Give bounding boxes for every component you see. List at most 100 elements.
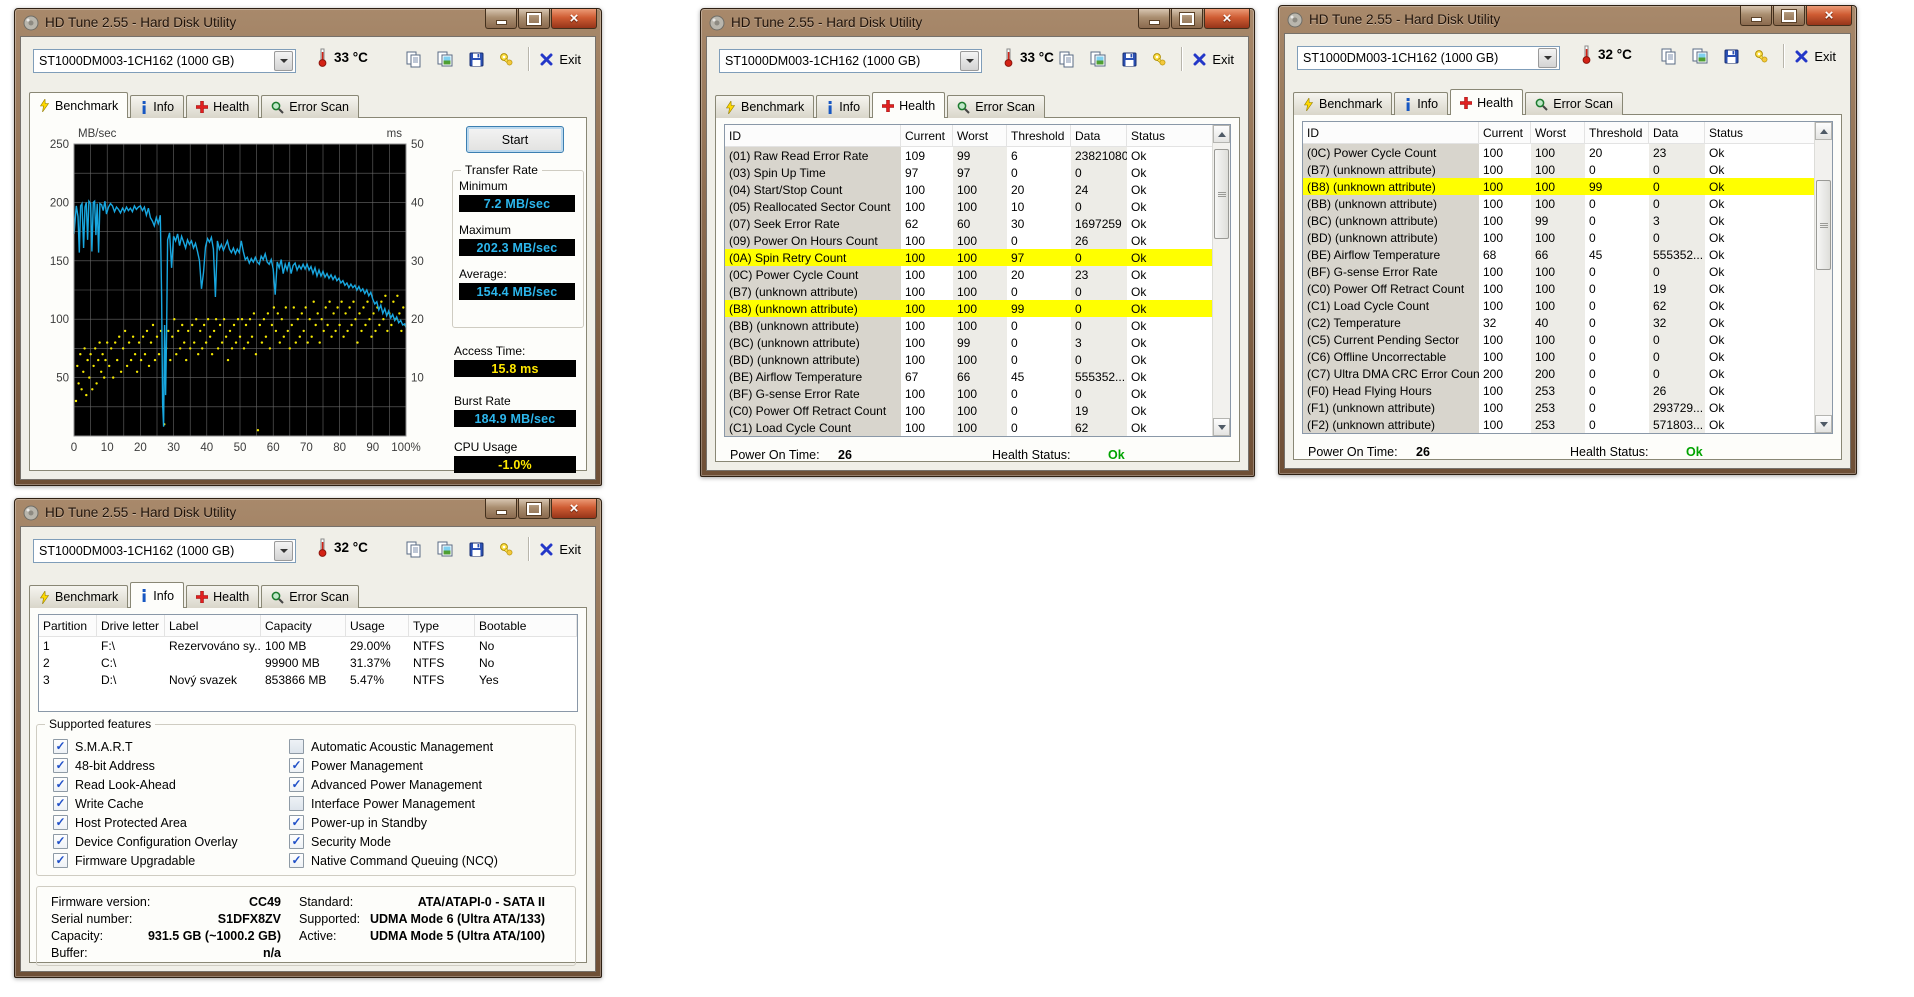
smart-attribute-row[interactable]: (C1) Load Cycle Count 100 100 0 62 Ok [1303,297,1832,314]
copy-image-button[interactable] [435,539,455,559]
checkbox[interactable] [53,739,68,754]
col-worst[interactable]: Worst [953,125,1007,146]
smart-attribute-row[interactable]: (F0) Head Flying Hours 100 253 0 26 Ok [1303,382,1832,399]
scroll-down-button[interactable] [1213,418,1230,436]
smart-attribute-row[interactable]: (BF) G-sense Error Rate 100 100 0 0 Ok [725,385,1230,402]
col-usage[interactable]: Usage [346,615,409,636]
titlebar[interactable]: HD Tune 2.55 - Hard Disk Utility × [15,9,601,36]
maximize-button[interactable] [1773,6,1805,26]
col-partition[interactable]: Partition [39,615,97,636]
smart-attribute-row[interactable]: (03) Spin Up Time 97 97 0 0 Ok [725,164,1230,181]
col-id[interactable]: ID [725,125,901,146]
exit-button[interactable]: Exit [1193,52,1234,67]
copy-image-button[interactable] [435,49,455,69]
col-type[interactable]: Type [409,615,475,636]
titlebar[interactable]: HD Tune 2.55 - Hard Disk Utility × [15,499,601,526]
titlebar[interactable]: HD Tune 2.55 - Hard Disk Utility × [701,9,1254,36]
maximize-button[interactable] [518,499,550,519]
smart-attribute-row[interactable]: (BE) Airflow Temperature 67 66 45 555352... O… [725,368,1230,385]
copy-text-button[interactable] [1659,46,1679,66]
combo-arrow[interactable] [960,51,979,71]
copy-text-button[interactable] [404,539,424,559]
tab-error-scan[interactable]: Error Scan [261,585,359,608]
smart-attribute-row[interactable]: (BB) (unknown attribute) 100 100 0 0 Ok [1303,195,1832,212]
close-button[interactable]: × [1806,6,1852,26]
save-button[interactable] [466,49,486,69]
checkbox[interactable] [53,853,68,868]
col-threshold[interactable]: Threshold [1007,125,1071,146]
minimize-button[interactable] [1138,9,1170,29]
col-current[interactable]: Current [1479,122,1531,143]
smart-attribute-row[interactable]: (B8) (unknown attribute) 100 100 99 0 Ok [1303,178,1832,195]
start-button[interactable]: Start [466,126,564,153]
checkbox[interactable] [289,834,304,849]
checkbox[interactable] [289,777,304,792]
options-button[interactable] [497,539,517,559]
smart-attribute-row[interactable]: (09) Power On Hours Count 100 100 0 26 Ok [725,232,1230,249]
combo-arrow[interactable] [274,541,293,561]
copy-image-button[interactable] [1088,49,1108,69]
smart-attribute-row[interactable]: (0C) Power Cycle Count 100 100 20 23 Ok [725,266,1230,283]
checkbox[interactable] [53,815,68,830]
close-button[interactable]: × [1204,9,1250,29]
save-button[interactable] [466,539,486,559]
save-button[interactable] [1119,49,1139,69]
smart-attribute-row[interactable]: (B8) (unknown attribute) 100 100 99 0 Ok [725,300,1230,317]
checkbox[interactable] [289,796,304,811]
col-bootable[interactable]: Bootable [475,615,577,636]
drive-select[interactable]: ST1000DM003-1CH162 (1000 GB) [33,539,296,563]
tab-benchmark[interactable]: Benchmark [29,92,129,118]
scroll-down-button[interactable] [1815,415,1832,433]
scroll-thumb[interactable] [1816,180,1831,270]
col-status[interactable]: Status [1705,122,1832,143]
col-capacity[interactable]: Capacity [261,615,346,636]
exit-button[interactable]: Exit [540,542,581,557]
col-data[interactable]: Data [1649,122,1705,143]
options-button[interactable] [497,49,517,69]
smart-attribute-row[interactable]: (C2) Temperature 32 40 0 32 Ok [1303,314,1832,331]
minimize-button[interactable] [485,9,517,29]
tab-error-scan[interactable]: Error Scan [261,95,359,118]
copy-text-button[interactable] [404,49,424,69]
smart-attribute-row[interactable]: (B7) (unknown attribute) 100 100 0 0 Ok [725,283,1230,300]
list-header[interactable]: Partition Drive letter Label Capacity Us… [39,615,577,637]
maximize-button[interactable] [1171,9,1203,29]
smart-attribute-row[interactable]: (05) Reallocated Sector Count 100 100 10 0 Ok [725,198,1230,215]
minimize-button[interactable] [485,499,517,519]
close-button[interactable]: × [551,499,597,519]
checkbox[interactable] [289,739,304,754]
tab-info[interactable]: Info [130,582,185,608]
smart-attribute-row[interactable]: (F2) (unknown attribute) 100 253 0 571803...… [1303,416,1832,433]
smart-attribute-row[interactable]: (C7) Ultra DMA CRC Error Count 200 200 0 0 Ok [1303,365,1832,382]
exit-button[interactable]: Exit [1795,49,1836,64]
tab-info[interactable]: Info [1394,92,1449,115]
combo-arrow[interactable] [1538,48,1557,68]
smart-attribute-row[interactable]: (0C) Power Cycle Count 100 100 20 23 Ok [1303,144,1832,161]
col-label[interactable]: Label [165,615,261,636]
scroll-thumb[interactable] [1214,149,1229,239]
tab-error-scan[interactable]: Error Scan [947,95,1045,118]
tab-benchmark[interactable]: Benchmark [29,585,129,608]
smart-attribute-row[interactable]: (BC) (unknown attribute) 100 99 0 3 Ok [725,334,1230,351]
options-button[interactable] [1150,49,1170,69]
col-drive-letter[interactable]: Drive letter [97,615,165,636]
smart-attribute-row[interactable]: (01) Raw Read Error Rate 109 99 6 23821080 Ok [725,147,1230,164]
tab-health[interactable]: Health [186,95,260,118]
checkbox[interactable] [53,777,68,792]
checkbox[interactable] [53,758,68,773]
scrollbar[interactable] [1814,122,1832,433]
scroll-up-button[interactable] [1815,122,1832,140]
minimize-button[interactable] [1740,6,1772,26]
options-button[interactable] [1752,46,1772,66]
checkbox[interactable] [289,815,304,830]
smart-attribute-row[interactable]: (07) Seek Error Rate 62 60 30 1697259 Ok [725,215,1230,232]
checkbox[interactable] [289,853,304,868]
tab-error-scan[interactable]: Error Scan [1525,92,1623,115]
copy-image-button[interactable] [1690,46,1710,66]
scrollbar[interactable] [1212,125,1230,436]
scroll-up-button[interactable] [1213,125,1230,143]
smart-attribute-row[interactable]: (BF) G-sense Error Rate 100 100 0 0 Ok [1303,263,1832,280]
smart-attribute-row[interactable]: (0A) Spin Retry Count 100 100 97 0 Ok [725,249,1230,266]
tab-info[interactable]: Info [816,95,871,118]
smart-attribute-row[interactable]: (C6) Offline Uncorrectable 100 100 0 0 Ok [1303,348,1832,365]
